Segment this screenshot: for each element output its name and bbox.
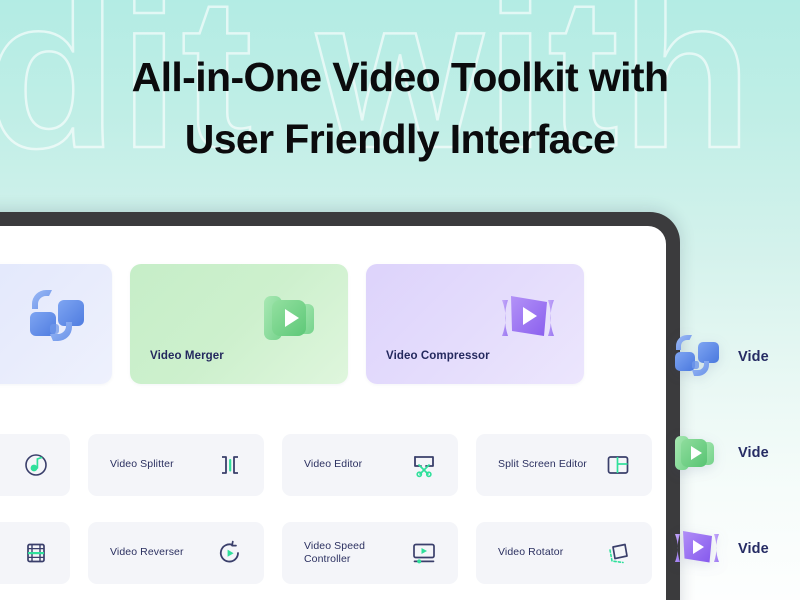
page-title: All-in-One Video Toolkit with User Frien… (0, 46, 800, 171)
tool-tile-video-reverser[interactable]: Video Reverser (88, 522, 264, 584)
tool-tile-split-screen-editor[interactable]: Split Screen Editor (476, 434, 652, 496)
tool-tile-label: Video Rotator (498, 546, 564, 559)
tool-tile-label: Video Reverser (110, 546, 184, 559)
floating-item-label: Vide (738, 541, 769, 557)
film-strip-icon (22, 540, 50, 566)
split-brackets-icon (216, 452, 244, 478)
headline-line-1: All-in-One Video Toolkit with (131, 54, 669, 100)
video-merger-icon (670, 425, 726, 481)
laptop-frame: Converter (0, 212, 680, 600)
tool-tile-label: Video Editor (304, 458, 363, 471)
rotate-square-icon (604, 540, 632, 566)
video-compressor-icon (670, 521, 726, 577)
video-converter-icon (20, 282, 96, 354)
app-window: Converter (0, 226, 666, 600)
video-compressor-icon (492, 282, 568, 354)
monitor-play-icon (410, 540, 438, 566)
video-converter-icon (670, 329, 726, 385)
floating-item-label: Vide (738, 349, 769, 365)
layout-grid-icon (604, 452, 632, 478)
tool-tile-label: Video Speed Controller (304, 539, 366, 565)
scissors-icon (410, 452, 438, 478)
floating-item-video-merger[interactable]: Vide (670, 416, 800, 490)
floating-item-video-compressor[interactable]: Vide (670, 512, 800, 586)
tool-tile-video-splitter[interactable]: Video Splitter (88, 434, 264, 496)
video-merger-icon (256, 282, 332, 354)
feature-card-video-merger[interactable]: Video Merger (130, 264, 348, 384)
floating-feature-list: Vide Vide Vide (670, 320, 800, 600)
laptop-screen: Converter (0, 226, 666, 600)
tool-tile-video-speed-controller[interactable]: Video Speed Controller (282, 522, 458, 584)
reverse-play-icon (216, 540, 244, 566)
headline-line-2: User Friendly Interface (184, 116, 616, 163)
tool-tile-audio-to-video[interactable]: Video (0, 434, 70, 496)
floating-item-video-converter[interactable]: Vide (670, 320, 800, 394)
promo-hero-stage: dit with All-in-One Video Toolkit with U… (0, 0, 800, 600)
feature-card-video-compressor[interactable]: Video Compressor (366, 264, 584, 384)
feature-card-label: Video Compressor (386, 350, 490, 362)
music-note-circle-icon (22, 452, 50, 478)
feature-card-video-converter[interactable]: Converter (0, 264, 112, 384)
tool-tile-label: Split Screen Editor (498, 458, 587, 471)
feature-card-row: Converter (0, 264, 584, 384)
tool-tile-grid: Video Video Splitter (0, 434, 652, 584)
feature-card-label: Video Merger (150, 350, 224, 362)
floating-item-label: Vide (738, 445, 769, 461)
tool-tile-intro-outro-maker[interactable]: Outro r (0, 522, 70, 584)
tool-tile-video-editor[interactable]: Video Editor (282, 434, 458, 496)
tool-tile-video-rotator[interactable]: Video Rotator (476, 522, 652, 584)
tool-tile-label: Video Splitter (110, 458, 174, 471)
